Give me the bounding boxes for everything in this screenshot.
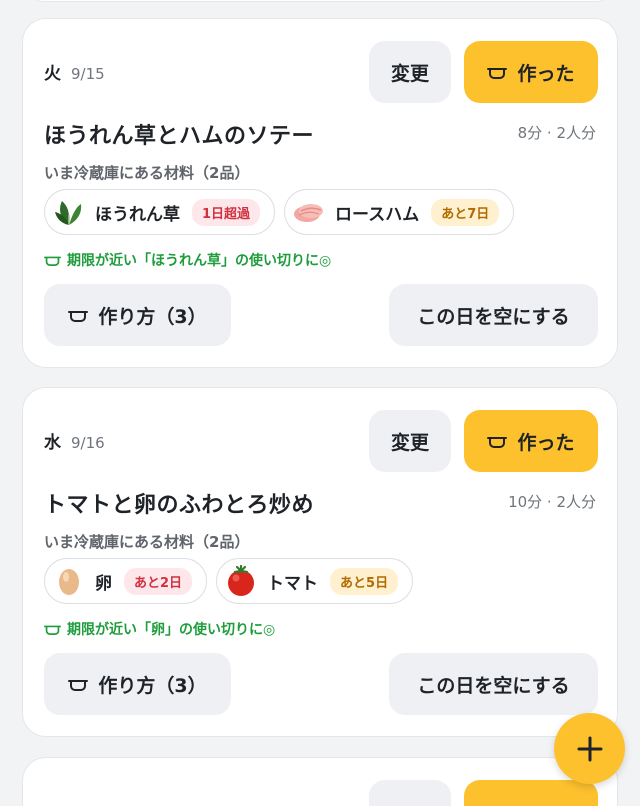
expiry-hint: 期限が近い「ほうれん草」の使い切りに◎ — [44, 250, 331, 270]
howto-button[interactable]: 作り方（3） — [44, 284, 231, 346]
made-button-label: 作った — [517, 431, 575, 454]
recipe-title[interactable]: トマトと卵のふわとろ炒め — [44, 487, 314, 519]
pot-icon — [487, 437, 508, 448]
ingredient-chips: ほうれん草 1日超過 ロースハム あと7日 — [44, 189, 515, 235]
pot-icon — [44, 256, 61, 266]
day-header: 火 9/15 — [44, 59, 105, 84]
expiry-badge: あと5日 — [330, 567, 399, 595]
made-button[interactable]: 作った — [464, 41, 598, 103]
tomato-icon — [223, 563, 259, 599]
change-button-label: 変更 — [390, 431, 429, 454]
date-label: 9/15 — [71, 65, 105, 83]
made-button[interactable] — [464, 780, 598, 806]
expiry-badge: 1日超過 — [192, 198, 261, 226]
ingredient-name: ロースハム — [335, 204, 420, 225]
clear-day-button-label: この日を空にする — [417, 305, 570, 328]
change-button[interactable]: 変更 — [369, 410, 451, 472]
day-header: 水 9/16 — [44, 428, 105, 453]
change-button[interactable] — [369, 780, 451, 806]
clear-day-button[interactable]: この日を空にする — [389, 284, 598, 346]
expiry-hint: 期限が近い「卵」の使い切りに◎ — [44, 619, 275, 639]
ingredient-name: 卵 — [95, 573, 112, 594]
recipe-title[interactable]: ほうれん草とハムのソテー — [44, 118, 314, 150]
ingredient-chip[interactable]: ほうれん草 1日超過 — [44, 189, 276, 235]
inventory-label: いま冷蔵庫にある材料（2品） — [44, 533, 250, 551]
made-button-label: 作った — [517, 62, 575, 85]
made-button[interactable]: 作った — [464, 410, 598, 472]
ingredient-chip[interactable]: ロースハム あと7日 — [284, 189, 515, 235]
expiry-badge: あと7日 — [431, 198, 500, 226]
spinach-icon — [51, 194, 87, 230]
recipe-meta: 8分 · 2人分 — [517, 124, 596, 142]
expiry-hint-text: 期限が近い「卵」の使い切りに◎ — [67, 622, 276, 638]
clear-day-button[interactable]: この日を空にする — [389, 653, 598, 715]
pot-icon — [487, 68, 508, 79]
ingredient-chip[interactable]: トマト あと5日 — [216, 558, 414, 604]
add-button[interactable] — [554, 713, 625, 784]
ingredient-name: トマト — [267, 573, 319, 594]
day-card: 火 9/15 変更 作った ほうれん草とハムのソテー 8分 · 2人分 いま冷蔵… — [22, 18, 618, 368]
ingredient-name: ほうれん草 — [95, 204, 180, 225]
clear-day-button-label: この日を空にする — [417, 674, 570, 697]
weekday-label: 火 — [44, 64, 61, 84]
pot-icon — [44, 625, 61, 635]
recipe-meta: 10分 · 2人分 — [508, 493, 596, 511]
expiry-badge: あと2日 — [124, 567, 193, 595]
change-button[interactable]: 変更 — [369, 41, 451, 103]
ham-icon — [291, 194, 327, 230]
date-label: 9/16 — [71, 434, 105, 452]
previous-day-card — [22, 0, 618, 2]
ingredient-chip[interactable]: 卵 あと2日 — [44, 558, 208, 604]
plus-icon — [577, 736, 602, 761]
day-card: 水 9/16 変更 作った トマトと卵のふわとろ炒め 10分 · 2人分 いま冷… — [22, 387, 618, 737]
weekday-label: 水 — [44, 433, 61, 453]
howto-button-label: 作り方（3） — [98, 305, 207, 328]
howto-button[interactable]: 作り方（3） — [44, 653, 231, 715]
egg-icon — [51, 563, 87, 599]
inventory-label: いま冷蔵庫にある材料（2品） — [44, 164, 250, 182]
day-card — [22, 757, 618, 806]
change-button-label: 変更 — [390, 62, 429, 85]
ingredient-chips: 卵 あと2日 トマト あと5日 — [44, 558, 414, 604]
pot-icon — [68, 680, 89, 691]
expiry-hint-text: 期限が近い「ほうれん草」の使い切りに◎ — [67, 253, 332, 269]
pot-icon — [68, 311, 89, 322]
howto-button-label: 作り方（3） — [98, 674, 207, 697]
